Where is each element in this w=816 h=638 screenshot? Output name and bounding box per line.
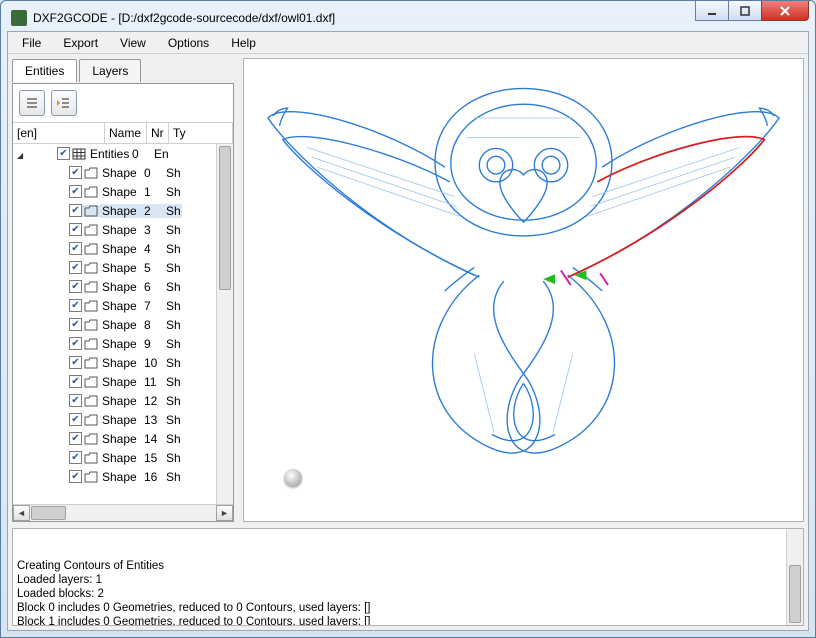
tree-shape-row[interactable]: Shape10Sh (13, 353, 233, 372)
folder-icon (82, 414, 100, 426)
drawing-canvas[interactable] (243, 58, 804, 522)
checkbox-icon[interactable] (69, 261, 82, 274)
tree-header: [en] Name Nr Ty (13, 123, 233, 144)
folder-icon (82, 262, 100, 274)
window-maximize-button[interactable] (728, 1, 762, 21)
checkbox-icon[interactable] (69, 394, 82, 407)
window-title: DXF2GCODE - [D:/dxf2gcode-sourcecode/dxf… (33, 11, 335, 25)
window-close-button[interactable] (761, 1, 809, 21)
folder-icon (82, 243, 100, 255)
checkbox-icon[interactable] (69, 223, 82, 236)
folder-icon (82, 395, 100, 407)
checkbox-icon[interactable] (69, 166, 82, 179)
tree-shape-row[interactable]: Shape13Sh (13, 410, 233, 429)
tree-shape-row[interactable]: Shape8Sh (13, 315, 233, 334)
tree-shape-row[interactable]: Shape7Sh (13, 296, 233, 315)
tree-shape-row[interactable]: Shape5Sh (13, 258, 233, 277)
folder-icon (82, 281, 100, 293)
window-minimize-button[interactable] (695, 1, 729, 21)
expand-all-button[interactable] (51, 90, 77, 116)
tab-layers[interactable]: Layers (79, 59, 141, 82)
checkbox-icon[interactable] (69, 375, 82, 388)
folder-icon (82, 224, 100, 236)
checkbox-icon[interactable] (69, 413, 82, 426)
tree-shape-row[interactable]: Shape4Sh (13, 239, 233, 258)
menubar: File Export View Options Help (8, 32, 808, 54)
checkbox-icon[interactable] (69, 204, 82, 217)
checkbox-icon[interactable] (69, 432, 82, 445)
folder-icon (82, 357, 100, 369)
checkbox-icon[interactable] (69, 318, 82, 331)
folder-icon (82, 167, 100, 179)
tree-shape-row[interactable]: Shape3Sh (13, 220, 233, 239)
tree-root-row[interactable]: Entities0En (13, 144, 233, 163)
tree-vertical-scrollbar[interactable] (216, 144, 233, 504)
tree-shape-row[interactable]: Shape11Sh (13, 372, 233, 391)
tree-header-name[interactable]: Name (105, 123, 147, 143)
checkbox-icon[interactable] (69, 185, 82, 198)
folder-icon (82, 205, 100, 217)
checkbox-icon[interactable] (69, 356, 82, 369)
menu-file[interactable]: File (12, 34, 51, 52)
log-text: Creating Contours of Entities Loaded lay… (17, 559, 799, 626)
collapse-all-button[interactable] (19, 90, 45, 116)
tree-header-en[interactable]: [en] (13, 123, 105, 143)
log-vertical-scrollbar[interactable] (786, 529, 803, 625)
tree-shape-row[interactable]: Shape16Sh (13, 467, 233, 486)
folder-icon (82, 471, 100, 483)
tree-shape-row[interactable]: Shape9Sh (13, 334, 233, 353)
entities-grid-icon (70, 148, 88, 160)
tree-shape-row[interactable]: Shape0Sh (13, 163, 233, 182)
checkbox-icon[interactable] (57, 147, 70, 160)
titlebar: DXF2GCODE - [D:/dxf2gcode-sourcecode/dxf… (7, 7, 809, 31)
app-icon (11, 10, 27, 26)
checkbox-icon[interactable] (69, 242, 82, 255)
cursor-indicator (284, 469, 302, 487)
tree-shape-row[interactable]: Shape12Sh (13, 391, 233, 410)
menu-options[interactable]: Options (158, 34, 219, 52)
tree-horizontal-scrollbar[interactable]: ◄ ► (13, 504, 233, 521)
checkbox-icon[interactable] (69, 280, 82, 293)
checkbox-icon[interactable] (69, 337, 82, 350)
tree-shape-row[interactable]: Shape1Sh (13, 182, 233, 201)
folder-icon (82, 338, 100, 350)
folder-icon (82, 300, 100, 312)
tree-shape-row[interactable]: Shape15Sh (13, 448, 233, 467)
menu-view[interactable]: View (110, 34, 156, 52)
menu-help[interactable]: Help (221, 34, 266, 52)
tree-header-nr[interactable]: Nr (147, 123, 169, 143)
checkbox-icon[interactable] (69, 299, 82, 312)
tree-shape-row[interactable]: Shape6Sh (13, 277, 233, 296)
path-markers (543, 270, 608, 285)
menu-export[interactable]: Export (53, 34, 108, 52)
folder-icon (82, 433, 100, 445)
log-panel[interactable]: Creating Contours of Entities Loaded lay… (12, 528, 804, 626)
tree-shape-row[interactable]: Shape2Sh (13, 201, 233, 220)
folder-icon (82, 186, 100, 198)
tree-shape-row[interactable]: Shape14Sh (13, 429, 233, 448)
folder-icon (82, 319, 100, 331)
tab-entities[interactable]: Entities (12, 59, 77, 82)
folder-icon (82, 452, 100, 464)
left-panel: Entities Layers [en] (8, 54, 238, 526)
checkbox-icon[interactable] (69, 451, 82, 464)
tree-header-type[interactable]: Ty (169, 123, 233, 143)
folder-icon (82, 376, 100, 388)
entities-tree[interactable]: [en] Name Nr Ty Entities0En Shape0ShShap… (13, 122, 233, 521)
checkbox-icon[interactable] (69, 470, 82, 483)
